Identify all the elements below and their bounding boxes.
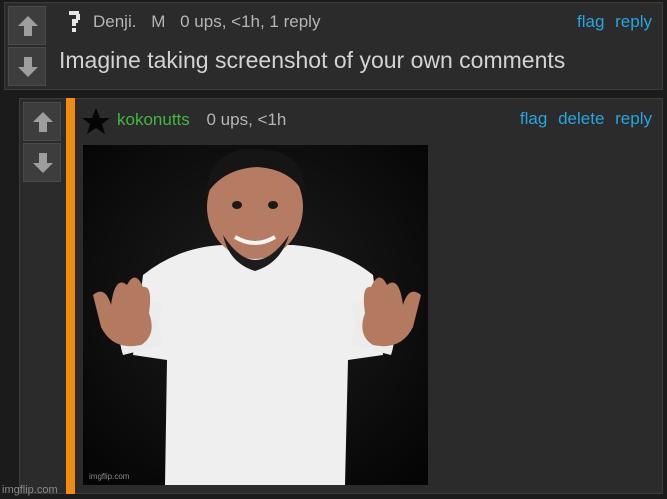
upvote-button[interactable] — [8, 6, 46, 45]
comment-actions: flag delete reply — [514, 109, 652, 129]
downvote-button[interactable] — [8, 47, 46, 86]
site-watermark: imgflip.com — [2, 484, 58, 496]
comment-meta: Denji. M 0 ups, <1h, 1 reply — [93, 12, 320, 32]
comment-stats: 0 ups, <1h — [206, 110, 287, 129]
flag-link[interactable]: flag — [520, 109, 547, 128]
username[interactable]: kokonutts — [117, 110, 190, 129]
arrow-up-icon — [18, 16, 38, 36]
vote-column — [5, 3, 51, 89]
shrugging-man-illustration — [83, 145, 428, 485]
star-icon — [82, 108, 110, 134]
question-mark-icon — [69, 11, 80, 32]
upvote-button[interactable] — [23, 102, 61, 141]
comment-meta: kokonutts 0 ups, <1h — [117, 110, 286, 130]
reply-link[interactable]: reply — [615, 12, 652, 31]
arrow-up-icon — [33, 112, 53, 132]
flag-link[interactable]: flag — [577, 12, 604, 31]
arrow-down-icon — [33, 153, 53, 173]
comment-text: Imagine taking screenshot of your own co… — [59, 47, 566, 73]
delete-link[interactable]: delete — [558, 109, 604, 128]
arrow-down-icon — [18, 57, 38, 77]
reply-link[interactable]: reply — [615, 109, 652, 128]
meme-image[interactable]: imgflip.com — [83, 145, 428, 485]
comment-stats: 0 ups, <1h, 1 reply — [180, 12, 321, 31]
comment-actions: flag reply — [571, 12, 652, 32]
parent-comment: Denji. M 0 ups, <1h, 1 reply flag reply … — [4, 2, 663, 90]
username[interactable]: Denji. — [93, 12, 136, 31]
image-caption: imgflip.com — [89, 472, 130, 481]
vote-column — [20, 99, 66, 493]
user-badge: M — [151, 12, 166, 31]
reply-indicator-bar — [66, 98, 75, 494]
downvote-button[interactable] — [23, 143, 61, 182]
reply-comment: kokonutts 0 ups, <1h flag delete reply i… — [19, 98, 663, 494]
